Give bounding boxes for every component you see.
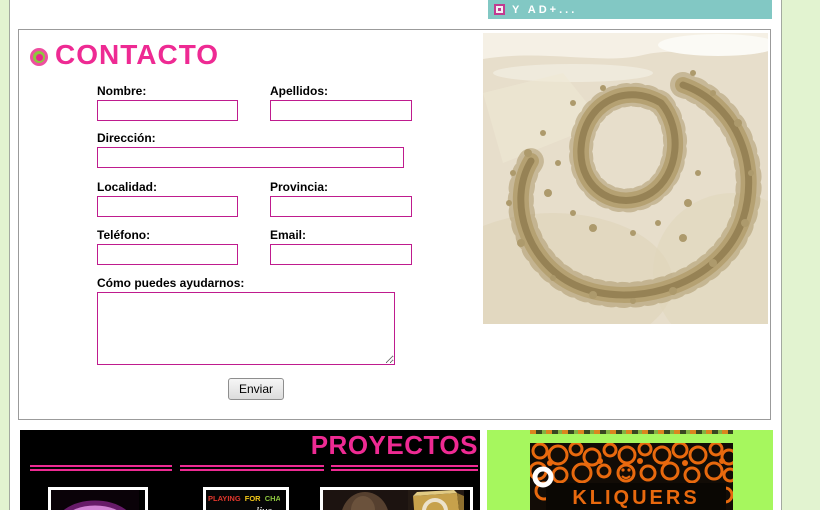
svg-text:PLAYING FOR: PLAYING FOR CHANGE [208, 494, 280, 503]
nav-item-label: Y AD+... [512, 4, 577, 16]
kliquers-banner-link[interactable]: KLIQUERS [530, 443, 733, 510]
project-thumbnail-award[interactable] [320, 487, 473, 510]
label-nombre: Nombre: [97, 84, 146, 98]
at-symbol-sand-photo [483, 33, 768, 324]
page-title: CONTACTO [55, 39, 219, 71]
kliquers-section: KLIQUERS [487, 430, 773, 510]
pfc-word-change: CHANGE [265, 494, 280, 503]
pattern-strip [530, 430, 733, 434]
pfc-word-for: FOR [245, 494, 261, 503]
nav-item-y-ad[interactable]: Y AD+... [488, 0, 772, 19]
input-email[interactable] [270, 244, 412, 265]
textarea-como-ayudarnos[interactable] [97, 292, 395, 365]
label-provincia: Provincia: [270, 180, 328, 194]
input-apellidos[interactable] [270, 100, 412, 121]
input-localidad[interactable] [97, 196, 238, 217]
input-provincia[interactable] [270, 196, 412, 217]
project-thumbnail-lipdub[interactable] [48, 487, 148, 510]
kliquers-label: KLIQUERS [572, 487, 699, 509]
pfc-word-playing: PLAYING [208, 494, 241, 503]
projects-heading: PROYECTOS [311, 430, 478, 461]
separator-line [30, 465, 172, 471]
separator-line [331, 465, 478, 471]
page: Y AD+... CONTACTO Nombre: Apellidos: Dir… [0, 0, 820, 510]
input-nombre[interactable] [97, 100, 238, 121]
target-bullet-icon [30, 48, 48, 66]
main-container: Y AD+... CONTACTO Nombre: Apellidos: Dir… [9, 0, 782, 510]
label-direccion: Dirección: [97, 131, 156, 145]
square-bullet-icon [494, 4, 505, 15]
pfc-word-live: live [256, 505, 272, 510]
input-direccion[interactable] [97, 147, 404, 168]
contact-panel: CONTACTO Nombre: Apellidos: Dirección: L… [18, 29, 771, 420]
label-telefono: Teléfono: [97, 228, 150, 242]
label-localidad: Localidad: [97, 180, 157, 194]
separator-line [180, 465, 324, 471]
projects-section: PROYECTOS PLAYING FOR [20, 430, 480, 510]
label-email: Email: [270, 228, 306, 242]
input-telefono[interactable] [97, 244, 238, 265]
label-apellidos: Apellidos: [270, 84, 328, 98]
label-como-ayudarnos: Cómo puedes ayudarnos: [97, 276, 244, 290]
top-nav-bar: Y AD+... [488, 0, 772, 19]
submit-button[interactable]: Enviar [228, 378, 284, 400]
project-thumbnail-playing-for-change[interactable]: PLAYING FOR CHANGE live [203, 487, 289, 510]
